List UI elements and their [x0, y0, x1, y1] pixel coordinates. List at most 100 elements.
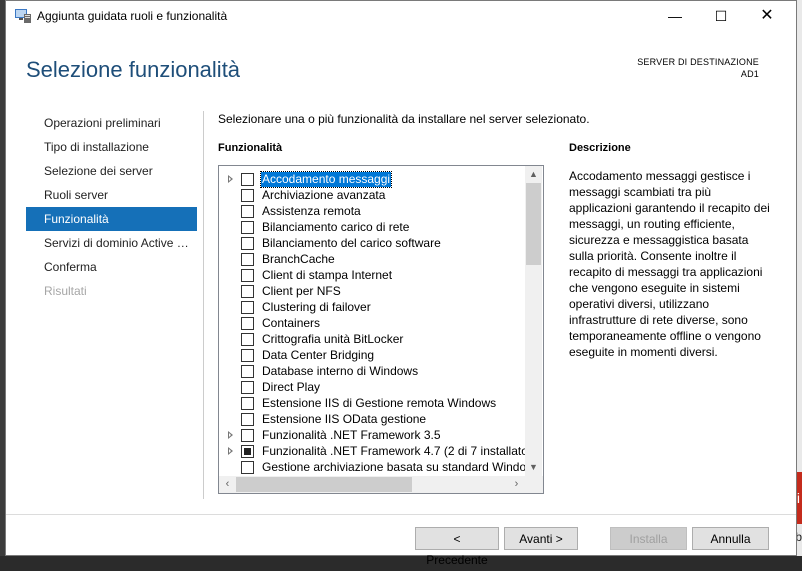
feature-row[interactable]: Funzionalità .NET Framework 3.5	[219, 428, 525, 444]
close-button[interactable]: ✕	[744, 1, 790, 31]
nav-step-8: Risultati	[44, 284, 87, 298]
scroll-down-icon[interactable]: ▼	[525, 459, 542, 476]
feature-label[interactable]: Bilanciamento del carico software	[261, 236, 442, 251]
feature-row[interactable]: Estensione IIS di Gestione remota Window…	[219, 396, 525, 412]
server-manager-icon	[15, 9, 31, 23]
feature-label[interactable]: Containers	[261, 316, 321, 331]
feature-checkbox[interactable]	[241, 413, 254, 426]
wizard-steps-nav: Operazioni preliminari Tipo di installazi…	[26, 111, 197, 303]
feature-checkbox[interactable]	[241, 349, 254, 362]
feature-checkbox[interactable]	[241, 189, 254, 202]
destination-server: SERVER DI DESTINAZIONE AD1	[637, 56, 759, 80]
nav-step-4[interactable]: Ruoli server	[26, 183, 197, 207]
feature-row[interactable]: Client per NFS	[219, 284, 525, 300]
instruction-text: Selezionare una o più funzionalità da in…	[218, 112, 590, 126]
feature-checkbox[interactable]	[241, 253, 254, 266]
feature-checkbox[interactable]	[241, 221, 254, 234]
feature-label[interactable]: Client di stampa Internet	[261, 268, 393, 283]
feature-row[interactable]: Data Center Bridging	[219, 348, 525, 364]
feature-checkbox[interactable]	[241, 205, 254, 218]
feature-row[interactable]: Clustering di failover	[219, 300, 525, 316]
footer-divider	[6, 514, 796, 515]
description-heading: Descrizione	[569, 142, 631, 154]
feature-label[interactable]: Funzionalità .NET Framework 3.5	[261, 428, 442, 443]
feature-checkbox[interactable]	[241, 237, 254, 250]
feature-row[interactable]: Containers	[219, 316, 525, 332]
feature-label[interactable]: Estensione IIS OData gestione	[261, 412, 427, 427]
feature-label[interactable]: BranchCache	[261, 252, 336, 267]
window-title: Aggiunta guidata ruoli e funzionalità	[37, 9, 228, 23]
scroll-up-icon[interactable]: ▲	[525, 166, 542, 183]
feature-checkbox[interactable]	[241, 365, 254, 378]
nav-step-1[interactable]: Operazioni preliminari	[26, 111, 197, 135]
next-button[interactable]: Avanti >	[504, 527, 578, 550]
destination-server-label: SERVER DI DESTINAZIONE	[637, 57, 759, 67]
previous-button[interactable]: < Precedente	[415, 527, 499, 567]
feature-checkbox[interactable]	[241, 317, 254, 330]
scroll-left-icon[interactable]: ‹	[219, 476, 236, 493]
feature-label[interactable]: Bilanciamento carico di rete	[261, 220, 410, 235]
expand-arrow-icon[interactable]	[228, 175, 233, 183]
nav-step-6[interactable]: Servizi di dominio Active Directory	[26, 231, 197, 255]
feature-row[interactable]: Database interno di Windows	[219, 364, 525, 380]
title-bar: Aggiunta guidata ruoli e funzionalità — …	[6, 1, 796, 31]
vertical-scrollbar[interactable]: ▲ ▼	[525, 166, 542, 476]
feature-checkbox[interactable]	[241, 173, 254, 186]
feature-row[interactable]: Funzionalità .NET Framework 4.7 (2 di 7 …	[219, 444, 531, 460]
feature-row[interactable]: BranchCache	[219, 252, 525, 268]
nav-divider	[203, 111, 204, 499]
install-button[interactable]: Installa	[610, 527, 687, 550]
nav-step-2[interactable]: Tipo di installazione	[26, 135, 197, 159]
feature-label[interactable]: Clustering di failover	[261, 300, 372, 315]
feature-checkbox[interactable]	[241, 461, 254, 474]
feature-label[interactable]: Crittografia unità BitLocker	[261, 332, 404, 347]
feature-label[interactable]: Direct Play	[261, 380, 321, 395]
feature-checkbox[interactable]	[241, 333, 254, 346]
horizontal-scroll-thumb[interactable]	[236, 477, 412, 492]
feature-row[interactable]: Direct Play	[219, 380, 525, 396]
vertical-scroll-thumb[interactable]	[526, 183, 541, 265]
feature-label[interactable]: Assistenza remota	[261, 204, 362, 219]
feature-label[interactable]: Archiviazione avanzata	[261, 188, 386, 203]
feature-row[interactable]: Assistenza remota	[219, 204, 525, 220]
feature-label[interactable]: Funzionalità .NET Framework 4.7 (2 di 7 …	[261, 444, 532, 459]
feature-label[interactable]: Gestione archiviazione basata su standar…	[261, 460, 533, 475]
scroll-right-icon[interactable]: ›	[508, 476, 525, 493]
feature-label[interactable]: Database interno di Windows	[261, 364, 419, 379]
feature-checkbox[interactable]	[241, 429, 254, 442]
feature-checkbox[interactable]	[241, 269, 254, 282]
feature-row[interactable]: Bilanciamento del carico software	[219, 236, 525, 252]
feature-row[interactable]: Client di stampa Internet	[219, 268, 525, 284]
feature-row[interactable]: Bilanciamento carico di rete	[219, 220, 525, 236]
feature-label[interactable]: Accodamento messaggi	[259, 171, 393, 188]
page-title: Selezione funzionalità	[26, 57, 241, 82]
scrollbar-corner	[525, 476, 543, 493]
features-list[interactable]: Accodamento messaggi Archiviazione avanza…	[218, 165, 544, 494]
wizard-window: Aggiunta guidata ruoli e funzionalità — …	[5, 0, 797, 567]
feature-label[interactable]: Client per NFS	[261, 284, 342, 299]
nav-step-3[interactable]: Selezione dei server	[26, 159, 197, 183]
description-text: Accodamento messaggi gestisce i messaggi…	[569, 169, 770, 359]
feature-label[interactable]: Data Center Bridging	[261, 348, 375, 363]
feature-row[interactable]: Estensione IIS OData gestione	[219, 412, 525, 428]
maximize-button[interactable]: ☐	[698, 1, 744, 31]
feature-checkbox[interactable]	[241, 301, 254, 314]
expand-arrow-icon[interactable]	[228, 431, 233, 439]
feature-row[interactable]: Crittografia unità BitLocker	[219, 332, 525, 348]
feature-checkbox[interactable]	[241, 381, 254, 394]
horizontal-scrollbar[interactable]: ‹ ›	[219, 476, 525, 493]
features-heading: Funzionalità	[218, 142, 283, 154]
feature-checkbox[interactable]	[241, 397, 254, 410]
feature-checkbox[interactable]	[241, 445, 254, 458]
cancel-button[interactable]: Annulla	[692, 527, 769, 550]
destination-server-name: AD1	[740, 69, 759, 79]
nav-step-7[interactable]: Conferma	[26, 255, 197, 279]
feature-row[interactable]: Archiviazione avanzata	[219, 188, 525, 204]
feature-label[interactable]: Estensione IIS di Gestione remota Window…	[261, 396, 497, 411]
feature-checkbox[interactable]	[241, 285, 254, 298]
expand-arrow-icon[interactable]	[228, 447, 233, 455]
nav-step-5[interactable]: Funzionalità	[26, 207, 197, 231]
feature-row[interactable]: Gestione archiviazione basata su standar…	[219, 460, 532, 476]
feature-row[interactable]: Accodamento messaggi	[219, 171, 525, 188]
minimize-button[interactable]: —	[652, 1, 698, 31]
